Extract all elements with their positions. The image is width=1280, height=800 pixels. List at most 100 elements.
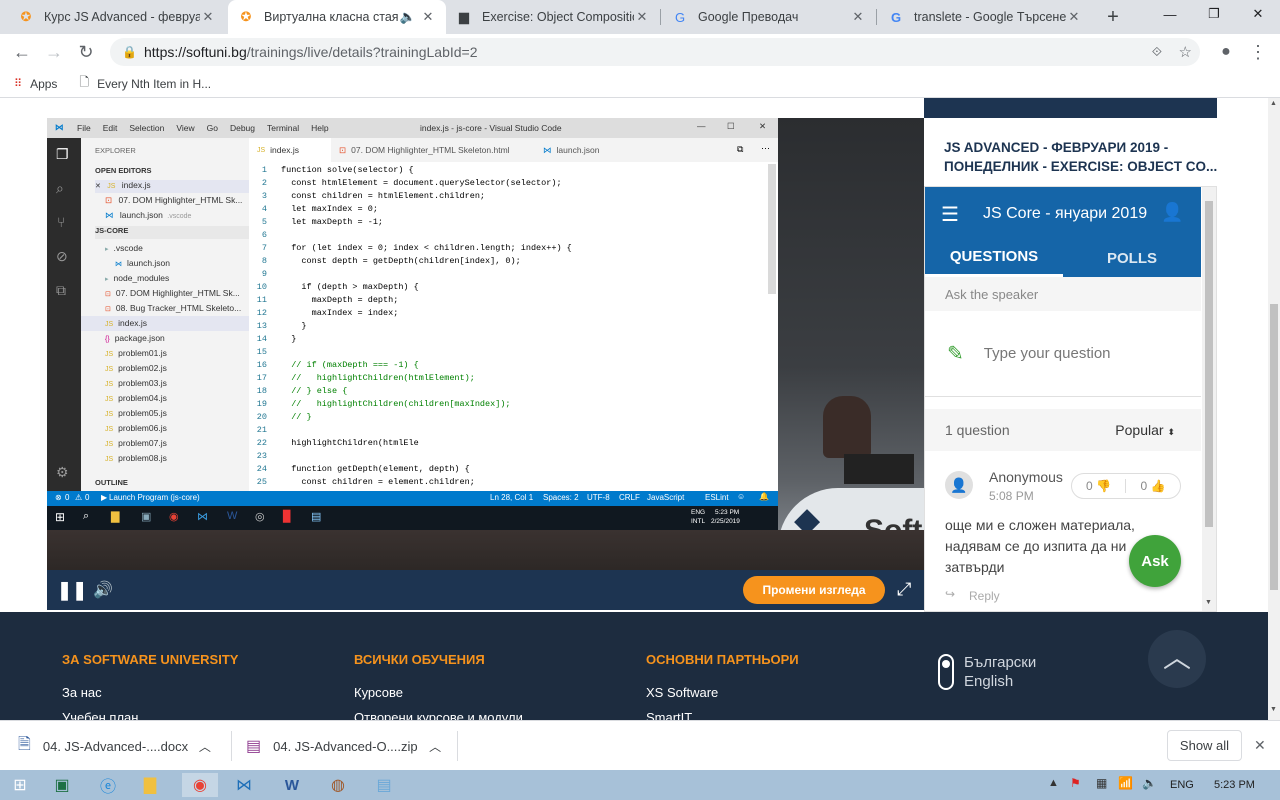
chevron-up-icon[interactable]: ︿ [199,738,211,755]
footer-link[interactable]: Отворени курсове и модули [354,710,523,720]
editor-tab-index[interactable]: JS index.js [249,138,331,162]
reply-link[interactable]: Reply [969,589,1000,603]
close-icon[interactable]: ✕ [95,183,101,190]
tree-item[interactable]: JS problem03.js [81,376,249,391]
minimize-icon[interactable]: — [697,121,706,131]
open-editor-item[interactable]: ⋈ launch.json .vscode [105,210,249,223]
account-icon[interactable]: ● [1214,40,1238,64]
tree-item[interactable]: JS problem04.js [81,391,249,406]
pause-icon[interactable]: ❚❚ [57,580,87,601]
menu-dots-icon[interactable]: ⋮ [1246,40,1270,64]
open-editors-header[interactable]: OPEN EDITORS [95,166,152,175]
tree-item[interactable]: JS problem07.js [81,436,249,451]
download-item[interactable]: 🗎 04. JS-Advanced-....docx ︿ [18,721,224,771]
menu-file[interactable]: File [77,123,91,133]
ie-icon[interactable]: ⓔ [90,773,126,797]
speaker-icon[interactable]: 🔈 [400,9,416,25]
code-editor[interactable]: JS index.js ⊡ 07. DOM Highlighter_HTML Ske… [249,138,778,491]
volume-icon[interactable]: 🔊 [93,580,113,600]
close-icon[interactable]: ✕ [200,9,216,25]
chrome-icon[interactable]: ◉ [182,773,218,797]
tree-item[interactable]: JS problem02.js [81,361,249,376]
tree-item[interactable]: JS problem01.js [81,346,249,361]
footer-link[interactable]: SmartIT [646,710,799,720]
back-icon[interactable]: ← [10,40,34,64]
warning-count[interactable]: 0 [85,493,89,502]
chevron-up-icon[interactable]: ︿ [429,738,441,755]
browser-tab[interactable]: G Google Преводач ✕ [662,0,876,34]
show-all-button[interactable]: Show all [1167,730,1242,761]
menu-debug[interactable]: Debug [230,123,255,133]
minimize-icon[interactable]: — [1148,0,1192,28]
footer-link[interactable]: Курсове [354,685,523,700]
paint-icon[interactable]: ◍ [320,773,356,797]
tray-clock[interactable]: 5:23 PM [1214,779,1255,791]
tray-icon[interactable]: ▦ [1096,776,1107,790]
change-view-button[interactable]: Промени изгледа [743,576,885,604]
user-icon[interactable]: 👤 [1161,202,1183,223]
tree-item[interactable]: JS index.js [81,316,249,331]
close-icon[interactable]: ✕ [420,9,436,25]
scroll-to-top-button[interactable]: ︿ [1148,630,1206,688]
source-control-icon[interactable]: ⑂ [57,214,65,230]
debug-icon[interactable]: ⊘ [56,248,68,265]
menu-help[interactable]: Help [311,123,328,133]
restore-icon[interactable]: ❐ [1192,0,1236,28]
settings-gear-icon[interactable]: ⚙ [56,464,69,481]
language-toggle-icon[interactable] [938,654,954,690]
ask-button[interactable]: Ask [1129,535,1181,587]
tree-item[interactable]: JS problem08.js [81,451,249,466]
windows-start-icon[interactable]: ⊞ [2,773,38,797]
close-icon[interactable]: ✕ [634,9,650,25]
footer-link[interactable]: XS Software [646,685,799,700]
star-icon[interactable]: ☆ [1179,43,1192,61]
split-editor-icon[interactable]: ⧉ [737,144,743,155]
project-header[interactable]: JS-CORE [95,226,249,239]
excel-icon[interactable]: ▣ [44,773,80,797]
browser-tab-active[interactable]: ✪ Виртуална класна стая 🔈 ✕ [228,0,446,34]
editor-tab-dom[interactable]: ⊡ 07. DOM Highlighter_HTML Skeleton.html [331,138,535,162]
close-window-icon[interactable]: ✕ [1236,0,1280,28]
open-editor-item[interactable]: ⊡ 07. DOM Highlighter_HTML Sk... [105,195,249,208]
restore-icon[interactable]: ☐ [727,121,735,132]
tree-item[interactable]: ▸ node_modules [81,271,249,286]
slido-scrollbar[interactable]: ▼ [1202,187,1216,611]
vscode-icon[interactable]: ⋈ [226,773,262,797]
download-item[interactable]: ▤ 04. JS-Advanced-O....zip ︿ [246,721,446,771]
tab-questions[interactable]: QUESTIONS [925,239,1063,277]
bookmark-every-nth[interactable]: Every Nth Item in H... [97,77,211,91]
browser-tab[interactable]: G translete - Google Търсене ✕ [878,0,1092,34]
tray-expand-icon[interactable]: ▲ [1048,777,1059,789]
file-explorer-icon[interactable]: ▇ [132,773,168,797]
editor-tab-launch[interactable]: ⋈ launch.json [535,138,635,162]
more-actions-icon[interactable]: ⋯ [761,143,770,154]
encoding[interactable]: UTF-8 [587,493,610,502]
open-editor-item[interactable]: ✕ JS index.js [95,180,249,193]
hamburger-menu-icon[interactable]: ☰ [941,202,959,227]
language-bg[interactable]: Български [964,654,1036,671]
eslint-status[interactable]: ESLint [705,493,729,502]
menu-selection[interactable]: Selection [129,123,164,133]
tree-item[interactable]: ▸ .vscode [81,241,249,256]
code-area[interactable]: 1 function solve(selector) {2 const htmlE… [249,164,778,491]
fullscreen-icon[interactable]: ⤢ [897,579,911,600]
browser-tab[interactable]: ✪ Курс JS Advanced - февруар ✕ [8,0,226,34]
translate-icon[interactable]: ⟐ [1152,44,1162,60]
smiley-icon[interactable]: ☺ [737,492,745,501]
close-icon[interactable]: ✕ [850,9,866,25]
forward-icon[interactable]: → [42,40,66,64]
tree-item[interactable]: JS problem06.js [81,421,249,436]
tray-icon[interactable]: ⚑ [1070,776,1081,790]
reload-icon[interactable]: ↻ [74,40,98,64]
search-icon[interactable]: ⌕ [56,180,64,197]
volume-icon[interactable]: 🔈 [1142,776,1157,790]
outline-header[interactable]: OUTLINE [95,478,128,487]
tree-item[interactable]: ⊡ 08. Bug Tracker_HTML Skeleto... [81,301,249,316]
page-scrollbar[interactable]: ▲ ▼ [1268,98,1280,720]
tree-item[interactable]: {} package.json [81,331,249,346]
menu-view[interactable]: View [176,123,194,133]
footer-link[interactable]: Учебен план [62,710,238,720]
address-bar[interactable]: 🔒 https://softuni.bg/trainings/live/deta… [110,38,1200,66]
files-icon[interactable]: ❐ [56,146,69,163]
tree-item[interactable]: ⊡ 07. DOM Highlighter_HTML Sk... [81,286,249,301]
